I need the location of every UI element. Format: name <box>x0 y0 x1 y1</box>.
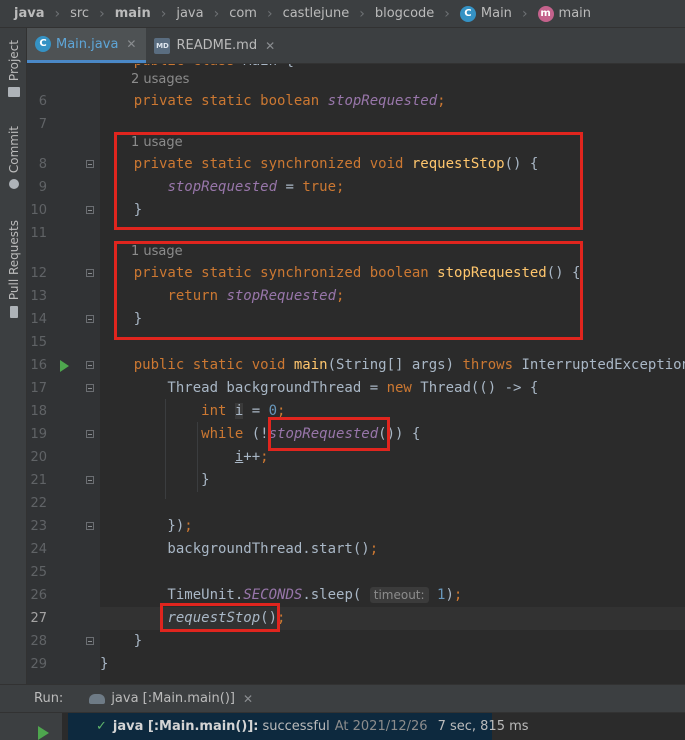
commit-icon <box>8 179 19 190</box>
tab-readme-md[interactable]: MD README.md ✕ <box>146 28 285 63</box>
chevron-right-icon: › <box>444 5 450 22</box>
line-number: 20 <box>30 450 47 465</box>
chevron-right-icon: › <box>54 5 61 22</box>
line-number: 15 <box>30 335 47 350</box>
tool-window-project[interactable]: Project <box>0 40 27 98</box>
fold-icon[interactable] <box>86 430 94 438</box>
line-number: 27 <box>30 611 47 626</box>
close-icon[interactable]: ✕ <box>126 37 136 51</box>
fold-icon[interactable] <box>86 206 94 214</box>
fold-icon[interactable] <box>86 361 94 369</box>
line-number: 12 <box>30 266 47 281</box>
pull-request-icon <box>9 306 18 319</box>
fold-icon[interactable] <box>86 476 94 484</box>
fold-icon[interactable] <box>86 637 94 645</box>
breadcrumb-item-java-dir[interactable]: java <box>176 6 203 21</box>
line-number: 8 <box>38 157 47 172</box>
breadcrumb-item-src[interactable]: src <box>70 6 89 21</box>
chevron-right-icon: › <box>266 5 273 22</box>
line-number: 7 <box>38 117 47 132</box>
method-icon: m <box>537 5 554 22</box>
tool-window-strip: Project Commit Pull Requests <box>0 28 27 684</box>
run-tab[interactable]: java [:Main.main()] ✕ <box>89 691 253 706</box>
line-number: 19 <box>30 427 47 442</box>
line-number: 17 <box>30 381 47 396</box>
run-result-row[interactable]: ✓ java [:Main.main()]: successful At 202… <box>68 713 529 740</box>
line-number: 28 <box>30 634 47 649</box>
chevron-right-icon: › <box>359 5 365 22</box>
editor-gutter: 6 7 8 9 10 11 12 13 14 15 16 17 18 19 20… <box>27 64 100 684</box>
code-line: i++; <box>234 449 269 465</box>
breadcrumb-item-castlejune[interactable]: castlejune <box>283 6 350 21</box>
line-number: 29 <box>30 657 47 672</box>
usage-hint[interactable]: 2 usages <box>131 70 189 90</box>
line-number: 6 <box>38 94 47 109</box>
code-editor[interactable]: 6 7 8 9 10 11 12 13 14 15 16 17 18 19 20… <box>27 64 685 684</box>
line-number: 22 <box>30 496 47 511</box>
line-number: 10 <box>30 203 47 218</box>
breadcrumb: java › src › main › java › com › castlej… <box>0 0 685 28</box>
line-number: 23 <box>30 519 47 534</box>
close-icon[interactable]: ✕ <box>265 39 275 53</box>
line-number: 9 <box>38 180 47 195</box>
tool-window-commit[interactable]: Commit <box>0 126 27 190</box>
breadcrumb-item-main[interactable]: main <box>115 6 151 21</box>
folder-icon <box>7 87 20 98</box>
chevron-right-icon: › <box>99 5 105 22</box>
line-number: 21 <box>30 473 47 488</box>
highlight-box-while-condition <box>268 417 390 451</box>
chevron-right-icon: › <box>160 5 167 22</box>
code-line: private static boolean stopRequested; <box>133 93 446 109</box>
fold-icon[interactable] <box>86 522 94 530</box>
chevron-right-icon: › <box>213 5 220 22</box>
chevron-right-icon: › <box>521 5 528 22</box>
breadcrumb-item-com[interactable]: com <box>229 6 257 21</box>
breadcrumb-item-java[interactable]: java <box>14 6 44 21</box>
tab-main-java[interactable]: C Main.java ✕ <box>27 28 147 63</box>
code-line: }); <box>100 518 193 534</box>
parameter-hint: timeout: <box>369 587 429 603</box>
gradle-icon <box>89 693 106 704</box>
code-line: public static void main(String[] args) t… <box>133 357 685 373</box>
line-number: 25 <box>30 565 47 580</box>
fold-icon[interactable] <box>86 315 94 323</box>
run-tool-window-header: Run: java [:Main.main()] ✕ <box>0 684 685 712</box>
code-line: int i = 0; <box>201 403 286 419</box>
line-number: 16 <box>30 358 47 373</box>
run-label: Run: <box>34 691 64 706</box>
breadcrumb-item-blogcode[interactable]: blogcode <box>375 6 434 21</box>
run-output-panel: ✓ java [:Main.main()]: successful At 202… <box>0 712 685 740</box>
editor-tab-bar: C Main.java ✕ MD README.md ✕ <box>27 28 685 64</box>
line-number: 18 <box>30 404 47 419</box>
fold-icon[interactable] <box>86 384 94 392</box>
line-number: 24 <box>30 542 47 557</box>
highlight-box-request-stop-call <box>160 603 280 632</box>
code-line: backgroundThread.start(); <box>100 541 379 557</box>
tool-window-pull-requests[interactable]: Pull Requests <box>0 220 27 319</box>
breadcrumb-item-main-method[interactable]: m main <box>537 5 591 22</box>
code-line: Thread backgroundThread = new Thread(() … <box>100 380 539 396</box>
java-class-icon: C <box>459 5 476 22</box>
code-line: } <box>100 472 210 488</box>
code-line: } <box>100 633 143 649</box>
run-gutter-icon[interactable] <box>60 360 69 372</box>
success-check-icon: ✓ <box>96 719 107 734</box>
code-line: } <box>100 656 109 672</box>
breadcrumb-item-main-class[interactable]: C Main <box>459 5 512 22</box>
close-icon[interactable]: ✕ <box>243 692 253 706</box>
line-number: 26 <box>30 588 47 603</box>
line-number: 13 <box>30 289 47 304</box>
fold-icon[interactable] <box>86 160 94 168</box>
highlight-box-request-stop <box>114 132 583 230</box>
code-line: while (!stopRequested()) { <box>201 426 421 442</box>
highlight-box-stop-requested <box>114 241 583 340</box>
line-number: 14 <box>30 312 47 327</box>
markdown-file-icon: MD <box>154 37 171 54</box>
rerun-icon[interactable] <box>38 726 49 740</box>
java-class-icon: C <box>35 36 51 52</box>
fold-icon[interactable] <box>86 269 94 277</box>
line-number: 11 <box>30 226 47 241</box>
run-toolbar <box>0 713 62 740</box>
